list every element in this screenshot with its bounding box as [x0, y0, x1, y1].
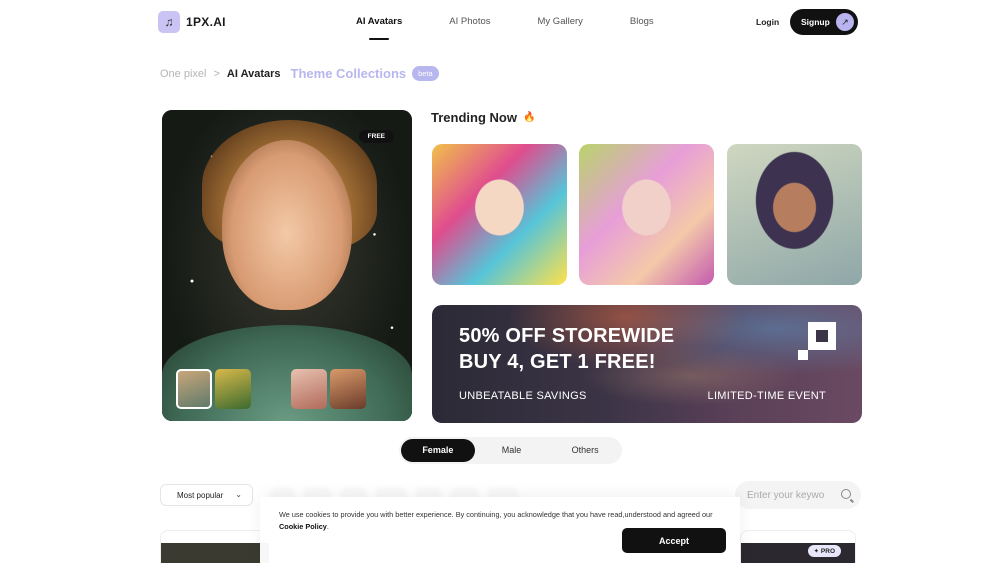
hero-avatar-preview[interactable]: FREE	[162, 110, 412, 421]
search-input[interactable]: Enter your keywo	[735, 481, 861, 509]
search-icon[interactable]	[841, 489, 851, 499]
logo-icon: ♫	[158, 11, 180, 33]
breadcrumb-separator: >	[213, 67, 220, 80]
top-nav-bar: ♫ 1PX.AI AI Avatars AI Photos My Gallery…	[0, 0, 1000, 44]
promo-subtext-right: LIMITED-TIME EVENT	[707, 390, 826, 402]
cookie-policy-link[interactable]: Cookie Policy	[279, 522, 327, 531]
gender-tabs: Female Male Others	[399, 437, 622, 464]
arrow-up-right-icon: ↗	[836, 13, 854, 31]
breadcrumb-current: AI Avatars	[226, 67, 281, 80]
accept-cookies-button[interactable]: Accept	[622, 528, 726, 553]
style-thumbnails	[176, 369, 366, 409]
tab-others[interactable]: Others	[548, 439, 622, 462]
cookie-banner: We use cookies to provide you with bette…	[260, 497, 740, 563]
style-thumbnail-4[interactable]	[330, 369, 366, 409]
logo-text: 1PX.AI	[186, 15, 226, 29]
promo-subtext-left: UNBEATABLE SAVINGS	[459, 390, 587, 402]
promo-headline-1: 50% OFF STOREWIDE	[459, 325, 675, 347]
brand-logo-icon	[798, 322, 836, 360]
promo-banner[interactable]: 50% OFF STOREWIDE BUY 4, GET 1 FREE! UNB…	[432, 305, 862, 423]
style-thumbnail-1[interactable]	[176, 369, 212, 409]
trending-card-3[interactable]	[727, 144, 862, 285]
chevron-down-icon: ⌄	[235, 490, 242, 499]
trending-title: Trending Now	[431, 110, 517, 125]
free-badge: FREE	[358, 130, 394, 143]
sort-dropdown[interactable]: Most popular ⌄	[160, 484, 253, 506]
page: ♫ 1PX.AI AI Avatars AI Photos My Gallery…	[0, 0, 1000, 563]
pro-badge: ✦ PRO	[807, 545, 841, 557]
nav-ai-photos[interactable]: AI Photos	[449, 16, 490, 27]
signup-label: Signup	[801, 17, 830, 27]
style-thumbnail-3[interactable]	[291, 369, 327, 409]
style-thumbnail-2[interactable]	[215, 369, 251, 409]
hero-portrait	[222, 140, 352, 310]
nav-ai-avatars[interactable]: AI Avatars	[356, 16, 402, 40]
fire-icon: 🔥	[522, 112, 536, 123]
login-link[interactable]: Login	[756, 17, 779, 27]
sort-label: Most popular	[177, 490, 224, 500]
avatar-grid-card[interactable]	[160, 530, 270, 563]
trending-heading: Trending Now 🔥	[431, 110, 535, 125]
signup-button[interactable]: Signup ↗	[790, 9, 858, 35]
trending-card-1[interactable]	[432, 144, 567, 285]
theme-collections-link[interactable]: Theme Collections	[291, 66, 407, 81]
tab-female[interactable]: Female	[401, 439, 475, 462]
logo[interactable]: ♫ 1PX.AI	[158, 11, 226, 33]
search-placeholder: Enter your keywo	[747, 489, 825, 501]
beta-badge: beta	[412, 66, 439, 81]
nav-blogs[interactable]: Blogs	[630, 16, 654, 27]
main-nav: AI Avatars AI Photos My Gallery Blogs	[356, 16, 701, 40]
trending-card-2[interactable]	[579, 144, 714, 285]
promo-headline-2: BUY 4, GET 1 FREE!	[459, 351, 656, 373]
tab-male[interactable]: Male	[475, 439, 549, 462]
breadcrumb-root[interactable]: One pixel	[160, 68, 206, 80]
breadcrumb: One pixel > AI Avatars Theme Collections…	[160, 66, 439, 81]
avatar-grid-card[interactable]: ✦ PRO	[740, 530, 856, 563]
nav-my-gallery[interactable]: My Gallery	[538, 16, 583, 27]
